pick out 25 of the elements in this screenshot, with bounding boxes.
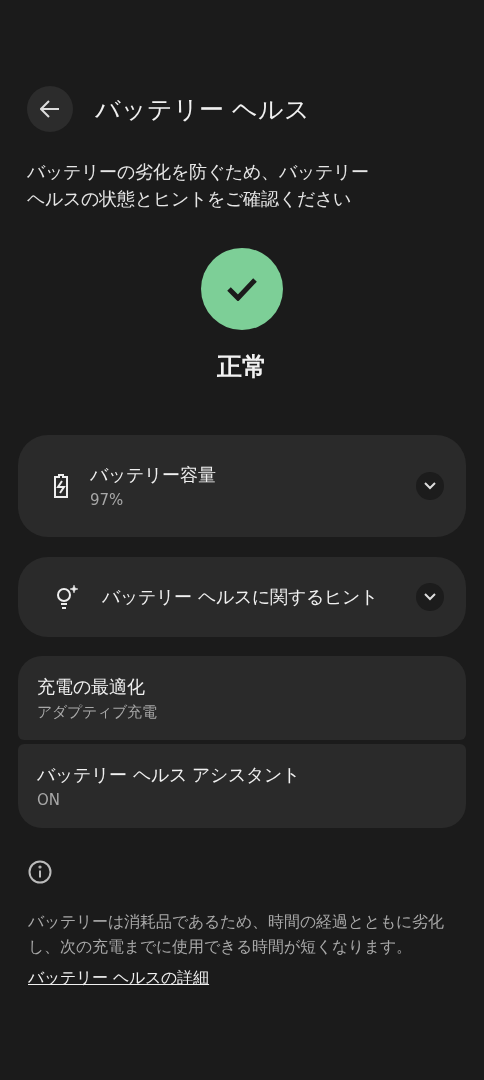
card-value: 97% <box>90 491 125 509</box>
status-label: 正常 <box>217 351 267 383</box>
description-text: バッテリーの劣化を防ぐため、バッテリーヘルスの状態とヒントをご確認ください <box>27 160 370 211</box>
expand-chevron-button[interactable] <box>416 583 444 611</box>
setting-title: 充電の最適化 <box>37 674 146 699</box>
chevron-down-icon <box>424 593 436 601</box>
card-title: バッテリー容量 <box>90 463 217 487</box>
expand-chevron-button[interactable] <box>416 472 444 500</box>
chevron-down-icon <box>424 482 436 490</box>
lightbulb-icon <box>54 584 80 610</box>
battery-charging-icon <box>54 474 68 498</box>
setting-title: バッテリー ヘルス アシスタント <box>37 763 302 787</box>
setting-value: アダプティブ充電 <box>37 702 158 722</box>
back-arrow-icon <box>40 100 60 118</box>
card-title: バッテリー ヘルスに関するヒント <box>102 585 379 609</box>
details-link[interactable]: バッテリー ヘルスの詳細 <box>28 968 210 989</box>
expandable-card[interactable]: バッテリー容量 97% <box>18 435 466 537</box>
info-text: バッテリーは消耗品であるため、時間の経過とともに劣化し、次の充電までに使用できる時間が短くなります。 <box>28 912 445 958</box>
expandable-card[interactable]: バッテリー ヘルスに関するヒント <box>18 557 466 637</box>
page-title: バッテリー ヘルス <box>95 93 310 126</box>
setting-value: ON <box>37 791 62 809</box>
settings-row[interactable]: バッテリー ヘルス アシスタント ON <box>18 744 466 828</box>
back-button[interactable] <box>27 86 73 132</box>
settings-row[interactable]: 充電の最適化 アダプティブ充電 <box>18 656 466 740</box>
info-icon <box>28 860 52 884</box>
